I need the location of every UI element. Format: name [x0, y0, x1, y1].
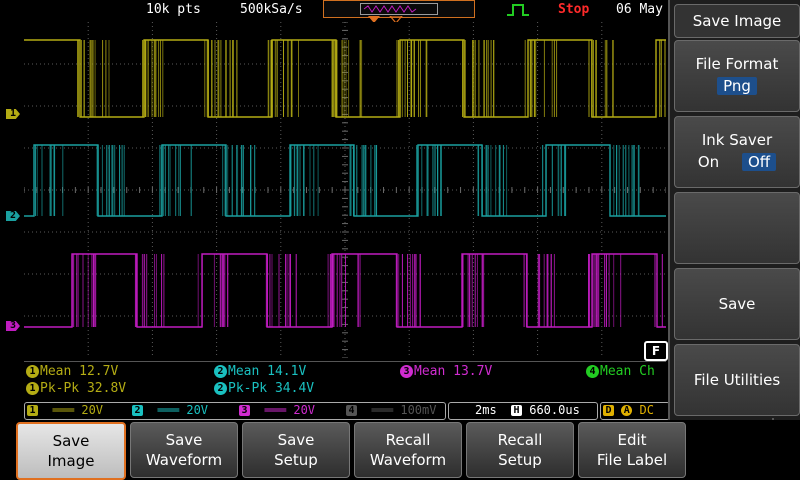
file-utilities-button[interactable]: File Utilities — [674, 344, 800, 416]
ch3-ground-marker[interactable]: 3 — [6, 321, 20, 331]
softkey-line2: Image — [47, 452, 95, 470]
waveform-display[interactable] — [24, 22, 666, 358]
ch2-mean-value: Mean 14.1V — [228, 364, 307, 379]
ch1-ground-marker[interactable]: 1 — [6, 109, 20, 119]
dc-coupling-icon: ═══ — [257, 403, 294, 417]
softkey-save-waveform[interactable]: Save Waveform — [130, 422, 238, 478]
trigger-edge-icon — [507, 4, 529, 16]
top-status-bar: 10k pts 500kSa/s Stop 06 May — [0, 0, 668, 24]
ch3-badge-icon: 3 — [400, 365, 413, 378]
ch1-badge-icon: 1 — [26, 365, 39, 378]
ink-saver-button[interactable]: Ink Saver On Off — [674, 116, 800, 188]
horizontal-position-icon: H — [511, 405, 522, 416]
ch3-scale[interactable]: 3 ═══ 20V — [239, 403, 315, 417]
run-state: Stop — [558, 2, 590, 17]
ch1-mean: 1 Mean 12.7V — [26, 364, 118, 379]
file-format-button[interactable]: File Format Png — [674, 40, 800, 112]
softkey-line1: Save — [165, 431, 203, 449]
softkey-line2: Waveform — [369, 451, 447, 469]
ch2-ground-marker[interactable]: 2 — [6, 211, 20, 221]
softkey-edit-file-label[interactable]: Edit File Label — [578, 422, 686, 478]
ch2-pkpk: 2 Pk-Pk 34.4V — [214, 381, 314, 396]
side-menu-title: Save Image — [674, 4, 800, 38]
f-badge: F — [644, 341, 668, 361]
softkey-save-image[interactable]: Save Image — [16, 422, 126, 480]
ch2-badge-icon: 2 — [214, 382, 227, 395]
trigger-coupling: DC — [639, 403, 654, 417]
dc-coupling-icon: ═══ — [150, 403, 187, 417]
softkey-save-setup[interactable]: Save Setup — [242, 422, 350, 478]
empty-side-button[interactable] — [674, 192, 800, 264]
ch2-pkpk-value: Pk-Pk 34.4V — [228, 381, 315, 396]
softkey-line1: Save — [277, 431, 315, 449]
measurement-panel: 1 Mean 12.7V 1 Pk-Pk 32.8V 2 Mean 14.1V 2 Pk… — [24, 361, 666, 400]
softkey-line1: Recall — [385, 431, 431, 449]
ch1-mean-value: Mean 12.7V — [40, 364, 119, 379]
date: 06 May — [616, 2, 663, 17]
dc-coupling-icon: ═══ — [364, 403, 401, 417]
side-menu: Save Image File Format Png Ink Saver On … — [668, 0, 800, 420]
ch1-scale-icon: 1 — [27, 405, 38, 416]
waveform-plot — [24, 22, 666, 358]
file-format-value: Png — [717, 77, 757, 95]
dc-coupling-icon: ═══ — [45, 403, 82, 417]
trigger-source-icon: A — [621, 405, 633, 416]
memory-waveform-icon — [363, 5, 417, 13]
ink-saver-off: Off — [741, 153, 777, 171]
ch3-mean: 3 Mean 13.7V — [400, 364, 492, 379]
softkey-line2: Setup — [274, 451, 318, 469]
ch1-scale-value: 20V — [81, 403, 104, 417]
softkey-bar: Save Image Save Waveform Save Setup Recall W… — [0, 420, 800, 480]
ch4-mean-value: Mean Ch — [600, 364, 655, 379]
horizontal-position-value: 660.0us — [529, 403, 580, 417]
ch1-pkpk: 1 Pk-Pk 32.8V — [26, 381, 126, 396]
channel-status-bar: 1 ═══ 20V 2 ═══ 20V 3 ═══ 20V 4 ═══ 100m… — [24, 402, 670, 420]
ch1-badge-icon: 1 — [26, 382, 39, 395]
softkey-line2: File Label — [596, 451, 668, 469]
timebase[interactable]: 2ms — [475, 403, 497, 417]
ch2-scale-icon: 2 — [132, 405, 143, 416]
trigger-level-icon: D — [603, 405, 614, 416]
ch2-badge-icon: 2 — [214, 365, 227, 378]
softkey-line1: Recall — [497, 431, 543, 449]
ch3-scale-icon: 3 — [239, 405, 250, 416]
ch4-mean: 4 Mean Ch — [586, 364, 655, 379]
softkey-line1: Edit — [617, 431, 647, 449]
ch3-scale-value: 20V — [293, 403, 316, 417]
save-button[interactable]: Save — [674, 268, 800, 340]
file-format-label: File Format — [695, 55, 779, 73]
ink-saver-on: On — [697, 153, 720, 171]
softkey-line2: Setup — [498, 451, 542, 469]
ch4-scale-icon: 4 — [346, 405, 357, 416]
ch2-waveform — [24, 144, 666, 217]
softkey-line1: Save — [52, 432, 90, 450]
ch2-scale[interactable]: 2 ═══ 20V — [132, 403, 208, 417]
softkey-recall-waveform[interactable]: Recall Waveform — [354, 422, 462, 478]
record-length: 10k pts — [146, 2, 201, 17]
ch2-mean: 2 Mean 14.1V — [214, 364, 306, 379]
ch3-mean-value: Mean 13.7V — [414, 364, 493, 379]
ch1-scale[interactable]: 1 ═══ 20V — [27, 403, 103, 417]
ch2-scale-value: 20V — [186, 403, 209, 417]
ch4-scale[interactable]: 4 ═══ 100mV — [346, 403, 436, 417]
trigger-info[interactable]: D A DC — [603, 403, 654, 417]
softkey-recall-setup[interactable]: Recall Setup — [466, 422, 574, 478]
ch1-pkpk-value: Pk-Pk 32.8V — [40, 381, 127, 396]
horizontal-position[interactable]: H 660.0us — [511, 403, 580, 417]
ink-saver-label: Ink Saver — [701, 131, 773, 149]
softkey-line2: Waveform — [145, 451, 223, 469]
ch4-badge-icon: 4 — [586, 365, 599, 378]
ch4-scale-value: 100mV — [400, 403, 437, 417]
sample-rate: 500kSa/s — [240, 2, 303, 17]
